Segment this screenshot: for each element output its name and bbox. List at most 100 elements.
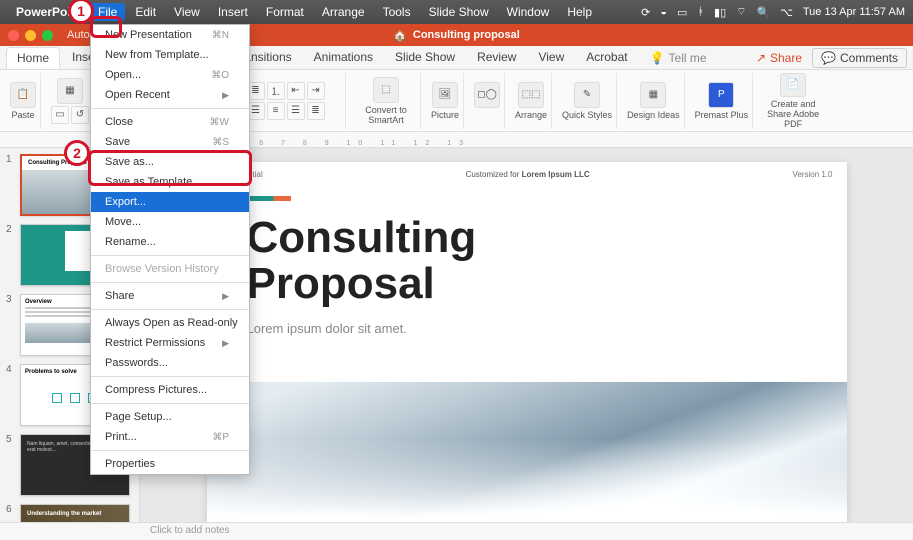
arrange-group: ⬚⬚ Arrange	[511, 73, 552, 129]
arrange-icon[interactable]: ⬚⬚	[518, 82, 544, 108]
menu-passwords[interactable]: Passwords...	[91, 353, 249, 373]
thumb-slide-6[interactable]: 6 Understanding the market	[6, 504, 133, 522]
designideas-group: ▦ Design Ideas	[623, 73, 685, 129]
tab-slideshow[interactable]: Slide Show	[385, 47, 465, 69]
adobe-group: 📄 Create and Share Adobe PDF	[759, 73, 827, 129]
menu-print[interactable]: Print...⌘P	[91, 427, 249, 447]
shapes-icon[interactable]: ◻◯	[474, 82, 500, 108]
menu-arrange[interactable]: Arrange	[314, 3, 373, 21]
file-menu-dropdown: New Presentation⌘N New from Template... …	[90, 24, 250, 475]
smartart-icon[interactable]: ⬚	[373, 77, 399, 103]
numbering-icon[interactable]: ⒈	[267, 82, 285, 100]
slide-canvas[interactable]: Confidential Customized for Lorem Ipsum …	[207, 162, 847, 522]
align-center-icon[interactable]: ≡	[267, 102, 285, 120]
notes-pane[interactable]: Click to add notes	[0, 522, 913, 540]
paste-icon[interactable]: 📋	[10, 82, 36, 108]
menu-view[interactable]: View	[166, 3, 208, 21]
quickstyles-group: ✎ Quick Styles	[558, 73, 617, 129]
picture-icon[interactable]: 🖼	[432, 82, 458, 108]
menu-properties[interactable]: Properties	[91, 454, 249, 474]
macos-menubar: PowerPoint File Edit View Insert Format …	[0, 0, 913, 24]
slide-customized-label: Customized for Lorem Ipsum LLC	[466, 170, 590, 179]
design-ideas-icon[interactable]: ▦	[640, 82, 666, 108]
clipboard-group: 📋 Paste	[6, 73, 41, 129]
paste-label: Paste	[11, 110, 34, 120]
picture-group: 🖼 Picture	[427, 73, 464, 129]
annotation-box-file	[90, 16, 122, 38]
doc-home-icon: 🏠	[393, 29, 407, 42]
arrange-label: Arrange	[515, 110, 547, 120]
tab-review[interactable]: Review	[467, 47, 526, 69]
slide-subtitle[interactable]: Lorem ipsum dolor sit amet.	[247, 321, 807, 336]
menu-rename[interactable]: Rename...	[91, 232, 249, 252]
shapes-group: ◻◯	[470, 73, 505, 129]
menu-restrict[interactable]: Restrict Permissions▶	[91, 333, 249, 353]
menubar-clock[interactable]: Tue 13 Apr 11:57 AM	[803, 6, 905, 18]
menu-page-setup[interactable]: Page Setup...	[91, 407, 249, 427]
premast-group: P Premast Plus	[691, 73, 754, 129]
status-control-icon[interactable]: ⌥	[780, 6, 793, 19]
window-traffic-lights	[8, 30, 53, 41]
menu-save[interactable]: Save⌘S	[91, 132, 249, 152]
adobe-pdf-icon[interactable]: 📄	[780, 73, 806, 97]
slides-group: ▦ ▭↺	[47, 73, 94, 129]
tell-me-search[interactable]: 💡 Tell me	[640, 47, 717, 69]
menu-move[interactable]: Move...	[91, 212, 249, 232]
chevron-right-icon: ▶	[222, 338, 229, 349]
slide-version-label: Version 1.0	[792, 170, 832, 179]
menu-insert[interactable]: Insert	[210, 3, 256, 21]
tab-view[interactable]: View	[528, 47, 574, 69]
layout-icon[interactable]: ▭	[51, 106, 69, 124]
premast-icon[interactable]: P	[708, 82, 734, 108]
quick-styles-label: Quick Styles	[562, 110, 612, 120]
menu-tools[interactable]: Tools	[375, 3, 419, 21]
menu-share[interactable]: Share▶	[91, 286, 249, 306]
tab-acrobat[interactable]: Acrobat	[576, 47, 637, 69]
chevron-right-icon: ▶	[222, 291, 229, 302]
smartart-label: Convert to SmartArt	[356, 105, 416, 125]
slide-canvas-area[interactable]: Confidential Customized for Lorem Ipsum …	[140, 148, 913, 522]
indent-left-icon[interactable]: ⇤	[287, 82, 305, 100]
status-bluetooth-icon[interactable]: ᚼ	[697, 6, 704, 18]
menu-open-recent[interactable]: Open Recent▶	[91, 85, 249, 105]
status-battery-icon[interactable]: ▮▯	[714, 6, 726, 19]
picture-label: Picture	[431, 110, 459, 120]
document-title[interactable]: Consulting proposal	[413, 29, 520, 41]
comments-button[interactable]: 💬 Comments	[812, 48, 907, 68]
window-maximize-button[interactable]	[42, 30, 53, 41]
window-close-button[interactable]	[8, 30, 19, 41]
menu-new-from-template[interactable]: New from Template...	[91, 45, 249, 65]
tab-animations[interactable]: Animations	[304, 47, 383, 69]
window-minimize-button[interactable]	[25, 30, 36, 41]
align-right-icon[interactable]: ☰	[287, 102, 305, 120]
menubar-status-area: ⟳ ◒ ▭ ᚼ ▮▯ ⌔ 🔍 ⌥ Tue 13 Apr 11:57 AM	[641, 5, 905, 19]
tab-home[interactable]: Home	[6, 47, 60, 69]
menu-compress[interactable]: Compress Pictures...	[91, 380, 249, 400]
menu-close[interactable]: Close⌘W	[91, 112, 249, 132]
menu-edit[interactable]: Edit	[127, 3, 164, 21]
status-shield-icon[interactable]: ◒	[660, 6, 667, 18]
adobe-label: Create and Share Adobe PDF	[763, 99, 823, 129]
menu-format[interactable]: Format	[258, 3, 312, 21]
status-wifi-icon[interactable]: ⌔	[736, 5, 746, 19]
slide-title[interactable]: ConsultingProposal	[247, 215, 807, 307]
menu-window[interactable]: Window	[499, 3, 558, 21]
share-button[interactable]: ↗ Share	[756, 51, 802, 65]
menu-read-only[interactable]: Always Open as Read-only	[91, 313, 249, 333]
menu-browse-history: Browse Version History	[91, 259, 249, 279]
premast-label: Premast Plus	[695, 110, 749, 120]
menu-slideshow[interactable]: Slide Show	[421, 3, 497, 21]
status-search-icon[interactable]: 🔍	[756, 6, 770, 19]
chevron-right-icon: ▶	[222, 90, 229, 101]
justify-icon[interactable]: ≣	[307, 102, 325, 120]
status-sync-icon[interactable]: ⟳	[641, 6, 650, 19]
menu-help[interactable]: Help	[559, 3, 600, 21]
indent-right-icon[interactable]: ⇥	[307, 82, 325, 100]
menu-export[interactable]: Export...	[91, 192, 249, 212]
status-display-icon[interactable]: ▭	[677, 6, 687, 19]
menu-open[interactable]: Open...⌘O	[91, 65, 249, 85]
new-slide-icon[interactable]: ▦	[57, 78, 83, 104]
reset-icon[interactable]: ↺	[71, 106, 89, 124]
design-ideas-label: Design Ideas	[627, 110, 680, 120]
quick-styles-icon[interactable]: ✎	[574, 82, 600, 108]
